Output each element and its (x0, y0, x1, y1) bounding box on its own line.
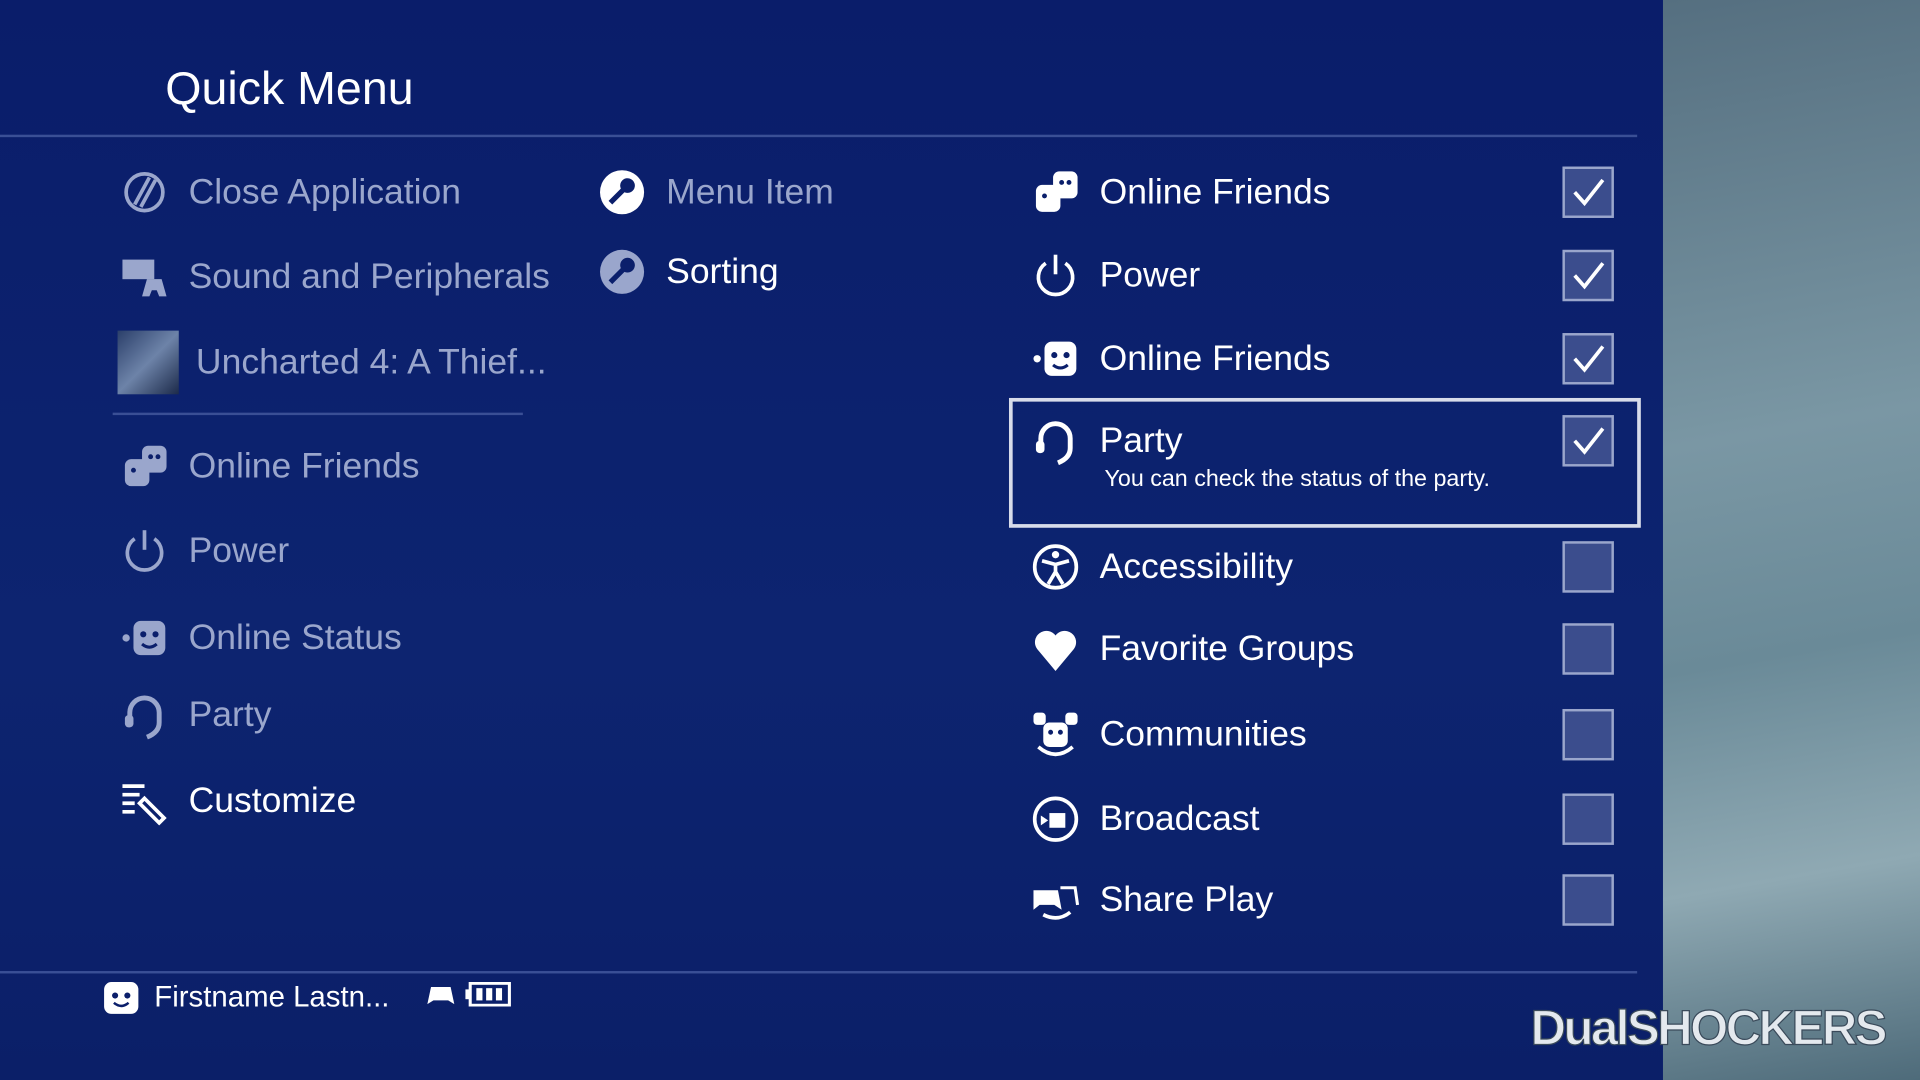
option-checkbox[interactable] (1562, 874, 1614, 926)
online-status-icon (118, 611, 172, 665)
option-label: Communities (1099, 714, 1307, 754)
option-label: Broadcast (1099, 798, 1260, 839)
power-icon (118, 524, 172, 578)
game-thumbnail (117, 330, 179, 395)
friends-icon (118, 440, 172, 494)
option-online-friends[interactable]: Online Friends (1029, 332, 1331, 386)
friends-icon (1029, 165, 1083, 219)
option-broadcast[interactable]: Broadcast (1029, 792, 1260, 846)
wrench-icon (595, 245, 649, 299)
heart-icon (1029, 622, 1083, 676)
option-checkbox[interactable] (1562, 623, 1614, 675)
option-power[interactable]: Power (1029, 249, 1201, 303)
user-name: Firstname Lastn... (154, 980, 390, 1014)
menu-item-online-friends[interactable]: Online Friends (118, 440, 420, 494)
menu-item-online-status[interactable]: Online Status (118, 611, 402, 665)
menu-item-label: Uncharted 4: A Thief... (195, 342, 547, 382)
background-image (1662, 0, 1920, 1080)
option-label: Online Friends (1099, 172, 1331, 212)
wrench-icon (595, 165, 649, 219)
selection-highlight (1008, 397, 1641, 528)
option-checkbox[interactable] (1562, 333, 1614, 385)
option-checkbox[interactable] (1562, 166, 1614, 218)
checkmark-icon (1573, 345, 1605, 373)
checkmark-icon (1573, 178, 1605, 207)
option-checkbox[interactable] (1562, 541, 1614, 593)
broadcast-icon (1029, 792, 1083, 846)
option-label: Power (1099, 255, 1201, 295)
option-label: Online Friends (1099, 338, 1331, 378)
headset-icon (118, 688, 172, 742)
menu-item-uncharted-4-a-thief[interactable]: Uncharted 4: A Thief... (117, 330, 547, 395)
accessibility-icon (1029, 540, 1083, 594)
quick-menu-panel: Quick Menu Close Application Sound and Pe… (0, 0, 1663, 1080)
communities-icon (1029, 708, 1083, 762)
option-checkbox[interactable] (1562, 249, 1614, 302)
power-icon (1029, 249, 1083, 303)
menu-item-sound-and-peripherals[interactable]: Sound and Peripherals (118, 250, 550, 304)
close-app-icon (118, 165, 172, 219)
battery-icon (465, 981, 512, 1015)
option-label: Share Play (1099, 879, 1274, 919)
checkmark-icon (1573, 262, 1605, 290)
option-share-play[interactable]: Share Play (1029, 873, 1274, 927)
menu-item-party[interactable]: Party (118, 688, 272, 742)
option-checkbox[interactable] (1562, 793, 1614, 845)
page-title: Quick Menu (165, 63, 414, 116)
menu-item-power[interactable]: Power (118, 524, 290, 578)
user-profile[interactable]: Firstname Lastn... (103, 980, 512, 1017)
menu-item-customize[interactable]: Customize (118, 774, 357, 828)
menu-item-sorting[interactable]: Sorting (595, 245, 779, 299)
option-checkbox[interactable] (1562, 708, 1614, 761)
option-accessibility[interactable]: Accessibility (1029, 540, 1293, 594)
menu-item-menu-item[interactable]: Menu Item (595, 165, 834, 219)
menu-item-label: Online Status (188, 617, 402, 657)
divider (112, 412, 523, 416)
option-online-friends[interactable]: Online Friends (1029, 165, 1331, 219)
menu-item-close-application[interactable]: Close Application (118, 165, 461, 219)
option-communities[interactable]: Communities (1029, 708, 1307, 762)
menu-item-label: Power (188, 530, 290, 571)
avatar (103, 980, 140, 1017)
option-label: Favorite Groups (1099, 628, 1355, 668)
menu-item-label: Party (188, 694, 272, 735)
menu-item-label: Sound and Peripherals (188, 256, 550, 296)
party-description: You can check the status of the party. (1104, 466, 1490, 493)
share-play-icon (1029, 873, 1083, 927)
quick-menu-screen: Quick Menu Close Application Sound and Pe… (0, 0, 1920, 1080)
menu-item-label: Sorting (666, 251, 779, 291)
controller-icon (426, 981, 455, 1015)
divider (0, 971, 1638, 974)
peripherals-icon (118, 250, 172, 304)
online-status-icon (1029, 332, 1083, 386)
customize-icon (118, 774, 172, 828)
menu-item-label: Online Friends (188, 446, 420, 486)
menu-item-label: Close Application (188, 172, 462, 212)
menu-item-label: Customize (188, 780, 357, 820)
divider (0, 134, 1638, 138)
option-favorite-groups[interactable]: Favorite Groups (1029, 622, 1355, 676)
menu-item-label: Menu Item (666, 172, 834, 212)
option-label: Accessibility (1099, 546, 1293, 586)
watermark-logo: DualSHOCKERS (1530, 1001, 1888, 1056)
